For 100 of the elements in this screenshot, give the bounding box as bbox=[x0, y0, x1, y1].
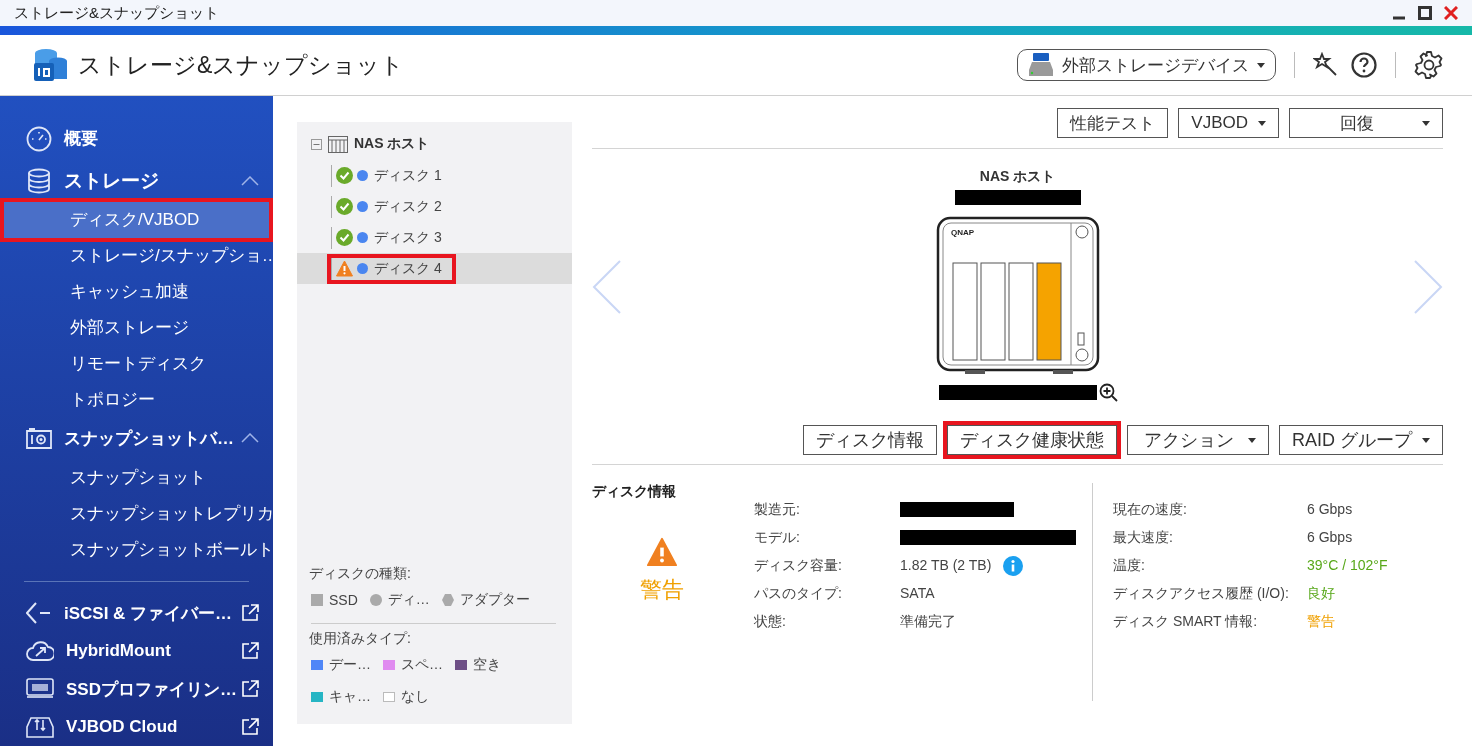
field-label: モデル: bbox=[754, 528, 801, 547]
sidebar-section[interactable]: ストレージ bbox=[64, 167, 241, 194]
sidebar-section[interactable]: 概要 bbox=[64, 127, 259, 151]
magic-wand-icon[interactable] bbox=[1313, 52, 1339, 78]
caret-icon bbox=[1422, 437, 1430, 443]
collapse-icon[interactable] bbox=[311, 138, 322, 150]
sidebar-item[interactable]: 外部ストレージ bbox=[4, 309, 269, 346]
help-icon[interactable] bbox=[1351, 52, 1377, 78]
sidebar-item[interactable]: トポロジー bbox=[4, 381, 269, 418]
caret-icon bbox=[1248, 437, 1256, 443]
field-value: 警告 bbox=[1307, 612, 1335, 631]
external-link-icon bbox=[241, 718, 259, 737]
field-value: 1.82 TB (2 TB) bbox=[900, 556, 992, 575]
cloud-icon bbox=[26, 640, 54, 663]
tree-item[interactable]: ディスク 2 bbox=[297, 191, 572, 222]
external-link-icon bbox=[241, 642, 259, 661]
field-label: パスのタイプ: bbox=[754, 584, 843, 603]
tree-node[interactable]: NAS ホスト bbox=[354, 135, 430, 153]
sidebar-link[interactable]: VJBOD Cloud bbox=[66, 717, 241, 738]
field-label: 最大速度: bbox=[1113, 528, 1174, 547]
external-link-icon bbox=[241, 680, 259, 699]
settings-icon[interactable] bbox=[1414, 50, 1444, 80]
hexagon-icon bbox=[441, 594, 454, 606]
storage-app-icon bbox=[32, 47, 68, 83]
info-icon[interactable] bbox=[1003, 555, 1024, 576]
field-label: 温度: bbox=[1113, 556, 1146, 575]
disk-dot-icon bbox=[357, 232, 368, 243]
sidebar-link[interactable]: iSCSI & ファイバー… bbox=[64, 601, 241, 625]
circle-icon bbox=[369, 594, 382, 606]
raid-drive-icon bbox=[1028, 53, 1054, 77]
maximize-icon[interactable] bbox=[1418, 6, 1432, 20]
tree-item[interactable]: ディスク 4 bbox=[297, 253, 572, 284]
gauge-icon bbox=[26, 125, 52, 152]
field-label: ディスク容量: bbox=[754, 556, 843, 575]
legend-label: アダプター bbox=[459, 591, 530, 609]
disk-dot-icon bbox=[357, 263, 368, 274]
caret-icon bbox=[1258, 120, 1266, 126]
disk-label: ディスク 3 bbox=[374, 228, 442, 247]
square-icon bbox=[311, 594, 323, 606]
legend-label: スペ… bbox=[401, 656, 443, 674]
sidebar-link[interactable]: HybridMount bbox=[66, 641, 241, 662]
tree-item[interactable]: ディスク 1 bbox=[297, 160, 572, 191]
field-label: ディスク SMART 情報: bbox=[1113, 612, 1259, 631]
legend-label: 空き bbox=[473, 656, 501, 674]
caret-icon bbox=[1257, 62, 1265, 68]
chevron-up-icon[interactable] bbox=[241, 175, 259, 186]
diamond-arrow-icon bbox=[26, 601, 52, 626]
disk-label: ディスク 4 bbox=[374, 259, 442, 278]
field-value: 39°C / 102°F bbox=[1307, 556, 1388, 575]
dropdown-button[interactable]: アクション bbox=[1127, 425, 1269, 455]
legend-label: なし bbox=[401, 688, 429, 706]
field-value: 良好 bbox=[1307, 584, 1335, 603]
sidebar-link[interactable]: SSDプロファイリン… bbox=[66, 677, 241, 701]
close-icon[interactable] bbox=[1444, 6, 1458, 20]
legend-label: キャ… bbox=[329, 688, 371, 706]
field-value: 6 Gbps bbox=[1307, 528, 1353, 547]
ssd-drive-icon bbox=[26, 678, 54, 701]
sidebar-item[interactable]: キャッシュ加速 bbox=[4, 273, 269, 310]
action-button[interactable]: ディスク情報 bbox=[803, 425, 937, 455]
sidebar-item[interactable]: スナップショットボールト bbox=[4, 531, 269, 568]
legend-label: ディ… bbox=[387, 591, 430, 609]
database-icon bbox=[26, 167, 52, 194]
dropdown-button[interactable]: VJBOD bbox=[1178, 108, 1279, 138]
external-link-icon bbox=[241, 604, 259, 623]
caret-icon bbox=[1422, 120, 1430, 126]
field-value: 6 Gbps bbox=[1307, 500, 1353, 519]
field-value: SATA bbox=[900, 584, 935, 603]
disk-dot-icon bbox=[357, 170, 368, 181]
drive-arrows-icon bbox=[26, 716, 54, 739]
device-title: NAS ホスト bbox=[979, 167, 1056, 186]
warning-icon bbox=[647, 537, 677, 567]
sidebar-item[interactable]: リモートディスク bbox=[4, 345, 269, 382]
sidebar-item[interactable]: スナップショット bbox=[4, 459, 269, 496]
server-rack-icon bbox=[328, 135, 348, 153]
chevron-up-icon[interactable] bbox=[241, 433, 259, 444]
sidebar-item[interactable]: ストレージ/スナップショ… bbox=[4, 237, 269, 274]
camera-icon bbox=[26, 426, 52, 451]
field-label: 製造元: bbox=[754, 500, 801, 519]
brand-label: QNAP bbox=[950, 227, 974, 237]
disk-label: ディスク 2 bbox=[374, 197, 442, 216]
tree-item[interactable]: ディスク 3 bbox=[297, 222, 572, 253]
device-dropdown[interactable]: 外部ストレージデバイス bbox=[1017, 49, 1276, 81]
dropdown-button[interactable]: RAID グループ bbox=[1279, 425, 1443, 455]
window-title: ストレージ&スナップショット bbox=[14, 3, 219, 23]
action-button[interactable]: 性能テスト bbox=[1057, 108, 1169, 138]
field-label: ディスクアクセス履歴 (I/O): bbox=[1113, 584, 1290, 603]
disk-label: ディスク 1 bbox=[374, 166, 442, 185]
disk-dot-icon bbox=[357, 201, 368, 212]
field-value: 準備完了 bbox=[900, 612, 956, 631]
status-label: 警告 bbox=[640, 576, 684, 604]
zoom-in-icon[interactable] bbox=[1098, 382, 1119, 403]
legend-label: SSD bbox=[329, 592, 358, 608]
app-title: ストレージ&スナップショット bbox=[78, 50, 406, 80]
section-heading: ディスク情報 bbox=[592, 483, 677, 501]
dropdown-button[interactable]: 回復 bbox=[1289, 108, 1443, 138]
field-label: 現在の速度: bbox=[1113, 500, 1188, 519]
legend-title: ディスクの種類: bbox=[309, 565, 411, 581]
sidebar-section[interactable]: スナップショットバ… bbox=[64, 426, 241, 450]
field-label: 状態: bbox=[754, 612, 787, 631]
legend-label: デー… bbox=[329, 656, 371, 674]
